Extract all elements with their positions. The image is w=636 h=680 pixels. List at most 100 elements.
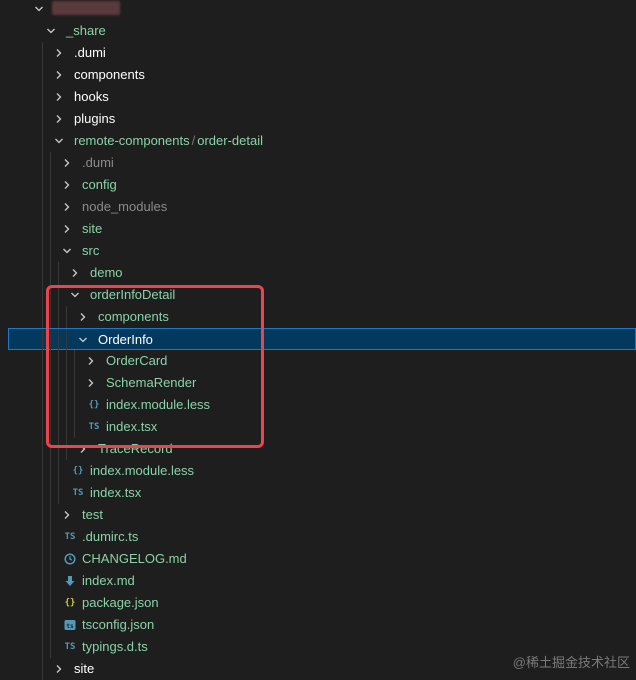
- item-label: .dumirc.ts: [82, 529, 139, 544]
- item-label: components: [74, 67, 145, 82]
- indent-guide: [50, 570, 51, 592]
- chevron-right-icon[interactable]: [60, 196, 74, 218]
- item-label: _share: [66, 23, 106, 38]
- chevron-right-icon[interactable]: [52, 86, 66, 108]
- chevron-right-icon[interactable]: [84, 350, 98, 372]
- ts-file-icon: TS: [88, 422, 100, 432]
- svg-text:ts: ts: [66, 623, 74, 630]
- indent-guide: [50, 284, 51, 306]
- item-label: components: [98, 309, 169, 324]
- chevron-down-icon[interactable]: [60, 240, 74, 262]
- file-explorer-tree: _share .dumi components hooks plugins remote-…: [0, 0, 636, 680]
- indent-guide: [42, 174, 43, 196]
- indent-guide: [50, 240, 51, 262]
- indent-guide: [42, 240, 43, 262]
- chevron-right-icon[interactable]: [52, 64, 66, 86]
- folder-row[interactable]: OrderInfo: [8, 328, 636, 351]
- folder-row[interactable]: hooks: [0, 86, 636, 108]
- indent-guide: [50, 218, 51, 240]
- folder-row[interactable]: src: [0, 240, 636, 262]
- item-label: TraceRecord: [98, 441, 173, 456]
- chevron-right-icon[interactable]: [84, 372, 98, 394]
- chevron-right-icon[interactable]: [60, 218, 74, 240]
- file-row[interactable]: {} index.module.less: [0, 394, 636, 416]
- folder-row[interactable]: site: [0, 218, 636, 240]
- path-separator: /: [191, 133, 196, 148]
- folder-row[interactable]: plugins: [0, 108, 636, 130]
- chevron-down-icon[interactable]: [76, 329, 90, 351]
- folder-row[interactable]: config: [0, 174, 636, 196]
- chevron-right-icon[interactable]: [60, 504, 74, 526]
- file-row[interactable]: {} index.module.less: [0, 460, 636, 482]
- indent-guide: [42, 196, 43, 218]
- chevron-down-icon[interactable]: [68, 284, 82, 306]
- file-row[interactable]: {} package.json: [0, 592, 636, 614]
- folder-row[interactable]: test: [0, 504, 636, 526]
- indent-guide: [58, 284, 59, 306]
- less-file-icon: {}: [72, 466, 84, 476]
- indent-guide: [66, 438, 67, 460]
- indent-guide: [42, 86, 43, 108]
- indent-guide: [58, 438, 59, 460]
- indent-guide: [50, 416, 51, 438]
- folder-row[interactable]: components: [0, 64, 636, 86]
- indent-guide: [42, 614, 43, 636]
- indent-guide: [42, 526, 43, 548]
- indent-guide: [50, 482, 51, 504]
- indent-guide: [42, 350, 43, 372]
- indent-guide: [66, 394, 67, 416]
- indent-guide: [50, 329, 51, 351]
- chevron-right-icon[interactable]: [52, 42, 66, 64]
- indent-guide: [42, 416, 43, 438]
- folder-row[interactable]: components: [0, 306, 636, 328]
- file-row[interactable]: ts tsconfig.json: [0, 614, 636, 636]
- chevron-down-icon[interactable]: [44, 20, 58, 42]
- folder-row[interactable]: demo: [0, 262, 636, 284]
- indent-guide: [42, 130, 43, 152]
- indent-guide: [66, 350, 67, 372]
- chevron-down-icon[interactable]: [52, 130, 66, 152]
- item-label: SchemaRender: [106, 375, 197, 390]
- chevron-right-icon[interactable]: [76, 306, 90, 328]
- item-label: index.md: [82, 573, 135, 588]
- folder-row[interactable]: .dumi: [0, 42, 636, 64]
- item-label: node_modules: [82, 199, 168, 214]
- item-label: index.tsx: [90, 485, 142, 500]
- root-folder-row[interactable]: [0, 0, 636, 20]
- folder-row[interactable]: remote-components / order-detail: [0, 130, 636, 152]
- indent-guide: [50, 306, 51, 328]
- chevron-right-icon[interactable]: [68, 262, 82, 284]
- item-label: CHANGELOG.md: [82, 551, 187, 566]
- folder-row[interactable]: node_modules: [0, 196, 636, 218]
- item-label: index.module.less: [106, 397, 211, 412]
- folder-row[interactable]: SchemaRender: [0, 372, 636, 394]
- chevron-right-icon[interactable]: [60, 174, 74, 196]
- folder-row[interactable]: TraceRecord: [0, 438, 636, 460]
- folder-row[interactable]: _share: [0, 20, 636, 42]
- indent-guide: [42, 394, 43, 416]
- indent-guide: [58, 306, 59, 328]
- chevron-down-icon: [32, 0, 46, 20]
- folder-row[interactable]: orderInfoDetail: [0, 284, 636, 306]
- file-row[interactable]: index.md: [0, 570, 636, 592]
- indent-guide: [50, 526, 51, 548]
- file-row[interactable]: TS index.tsx: [0, 416, 636, 438]
- item-label: test: [82, 507, 103, 522]
- indent-guide: [50, 174, 51, 196]
- file-row[interactable]: TS index.tsx: [0, 482, 636, 504]
- chevron-right-icon[interactable]: [60, 152, 74, 174]
- indent-guide: [42, 504, 43, 526]
- indent-guide: [74, 394, 75, 416]
- indent-guide: [66, 306, 67, 328]
- chevron-right-icon[interactable]: [76, 438, 90, 460]
- indent-guide: [50, 372, 51, 394]
- indent-guide: [50, 438, 51, 460]
- item-label: index.module.less: [90, 463, 195, 478]
- file-row[interactable]: TS .dumirc.ts: [0, 526, 636, 548]
- tsconfig-file-icon: ts: [62, 614, 78, 636]
- chevron-right-icon[interactable]: [52, 108, 66, 130]
- folder-row[interactable]: .dumi: [0, 152, 636, 174]
- folder-row[interactable]: OrderCard: [0, 350, 636, 372]
- indent-guide: [74, 350, 75, 372]
- file-row[interactable]: CHANGELOG.md: [0, 548, 636, 570]
